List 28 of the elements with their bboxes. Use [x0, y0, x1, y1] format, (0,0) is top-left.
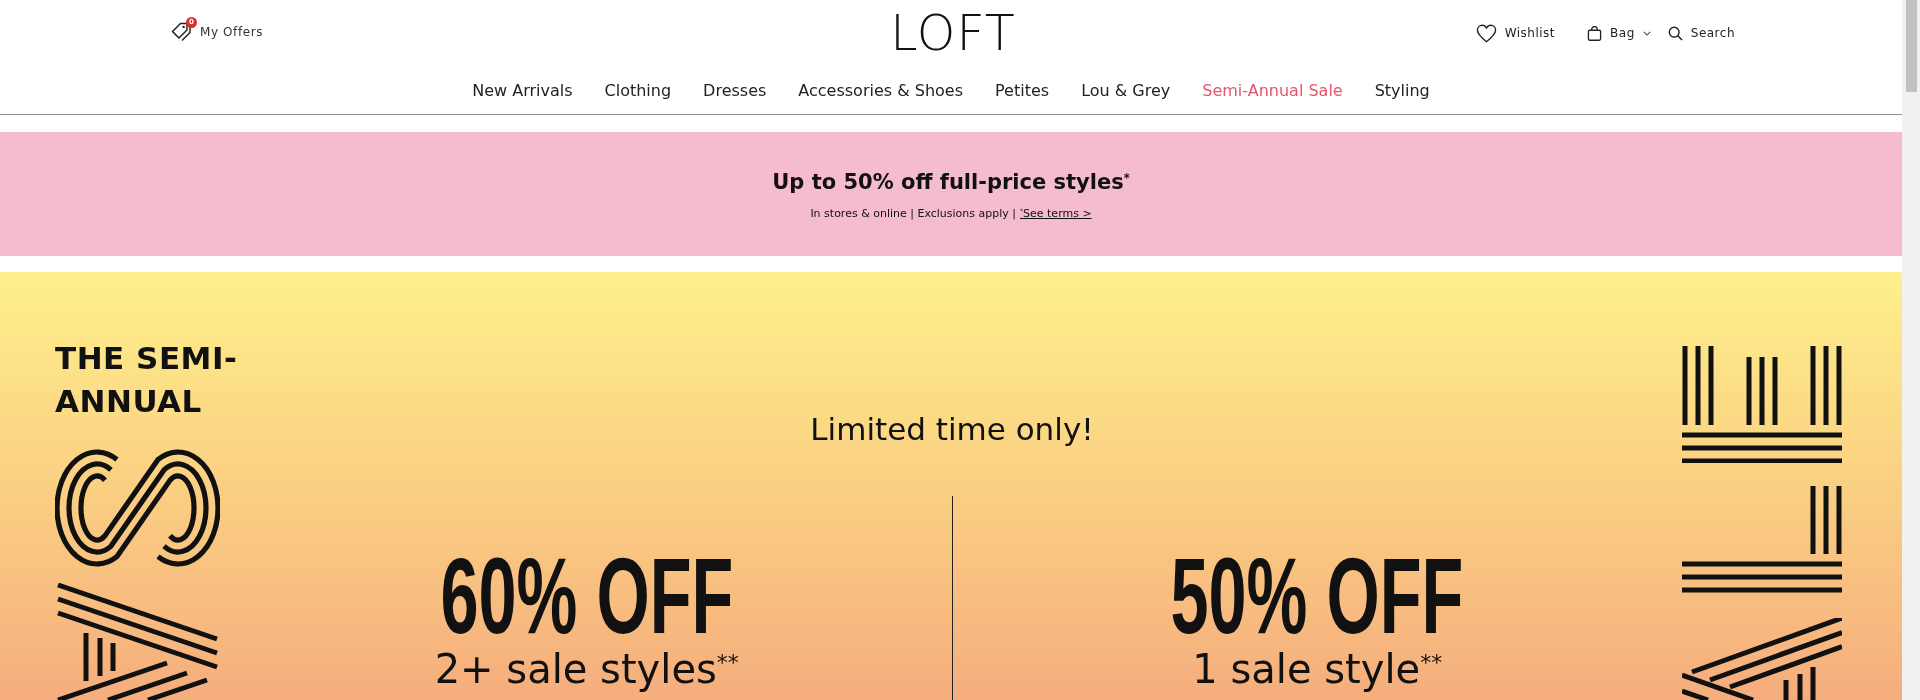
nav-link[interactable]: Accessories & Shoes: [798, 80, 964, 100]
nav-link[interactable]: Dresses: [703, 80, 767, 100]
nav-link[interactable]: Styling: [1374, 80, 1430, 100]
search-button[interactable]: Search: [1667, 25, 1735, 41]
bag-icon: [1587, 25, 1603, 41]
logo[interactable]: LOFT: [890, 8, 1016, 58]
offer-condition: 2+ sale styles$^{**}$: [434, 647, 739, 691]
offer-condition: 1 sale style$^{**}$: [1192, 647, 1443, 691]
nav-link[interactable]: Semi-Annual Sale: [1202, 80, 1343, 100]
tags-icon: [171, 22, 193, 42]
promo-heading: Up to 50% off full-price styles$^{*}$: [772, 169, 1130, 195]
chevron-down-icon: [1642, 30, 1651, 36]
discount-heading: 60% OFF: [440, 543, 734, 650]
terms-link[interactable]: $^{*}$See terms >: [1020, 207, 1092, 221]
nav-link[interactable]: Petites: [995, 80, 1050, 100]
discount-heading: 50% OFF: [1170, 543, 1464, 650]
bag-button[interactable]: Bag: [1587, 25, 1651, 41]
eyebrow-heading: THE SEMI-ANNUAL: [55, 339, 239, 421]
nav-link[interactable]: Lou & Grey: [1081, 80, 1171, 100]
my-offers-link[interactable]: My Offers: [200, 25, 264, 39]
search-icon: [1667, 25, 1683, 41]
tagline: Limited time only!: [810, 411, 1094, 447]
nav-link[interactable]: New Arrivals: [472, 80, 573, 100]
promo-note: In stores & online | Exclusions apply |: [810, 207, 1016, 221]
wishlist-link[interactable]: Wishlist: [1475, 23, 1556, 43]
scrollbar-thumb[interactable]: [1905, 0, 1917, 92]
nav-link[interactable]: Clothing: [604, 80, 672, 100]
heart-icon: [1475, 23, 1497, 43]
